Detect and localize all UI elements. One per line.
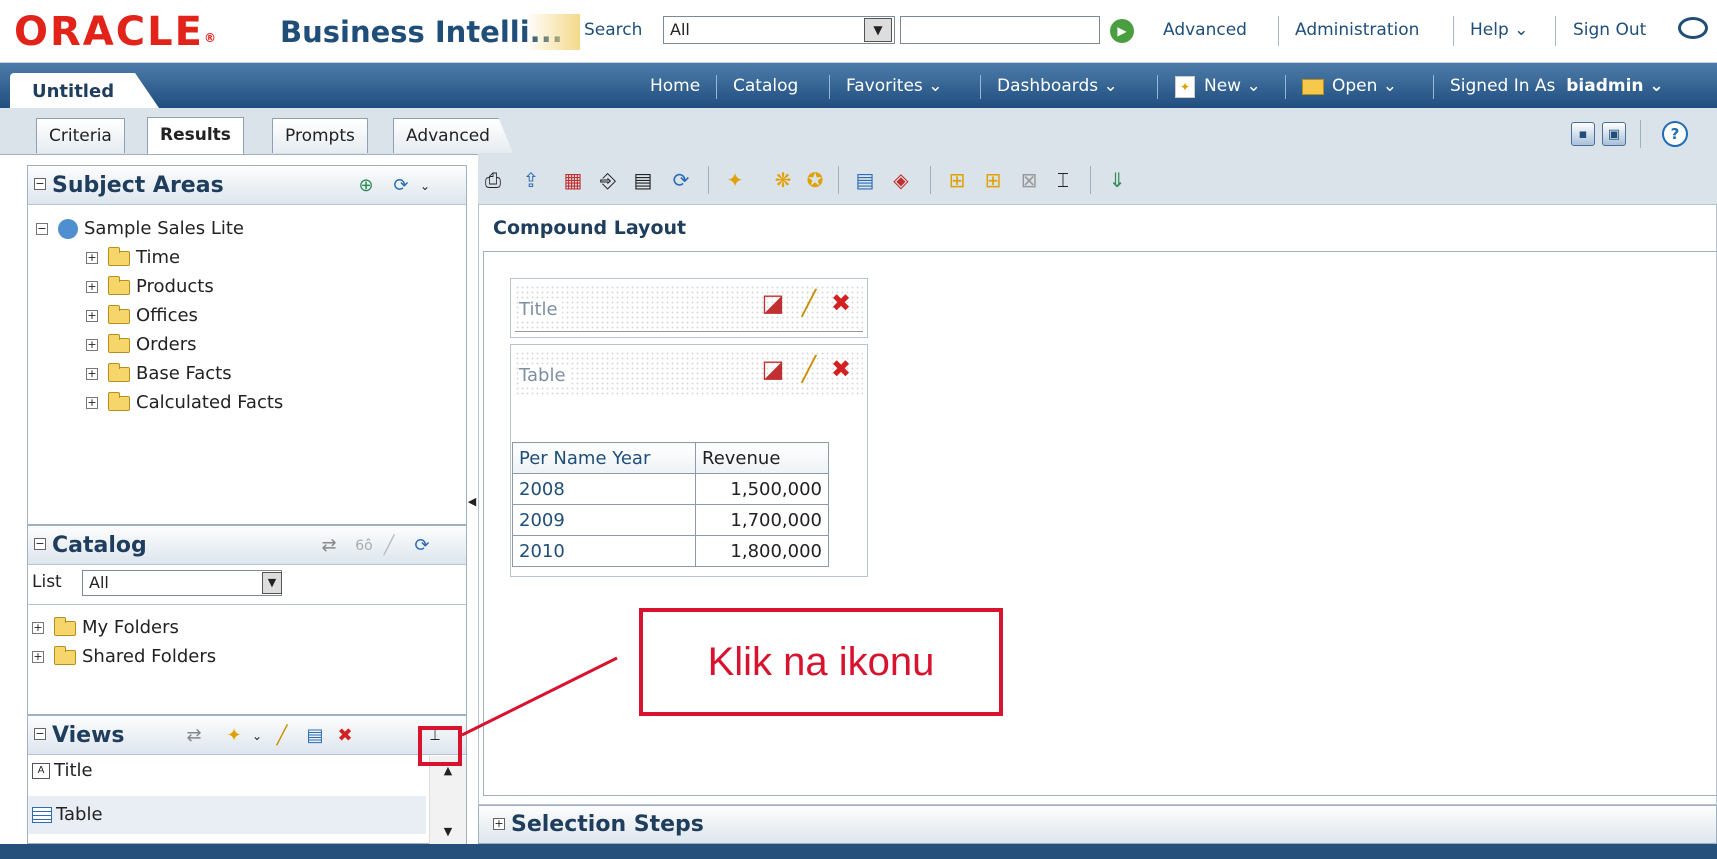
annotation-highlight-box [418,726,462,766]
annotation-callout: Klik na ikonu [639,608,1003,716]
annotation-line [461,656,618,737]
